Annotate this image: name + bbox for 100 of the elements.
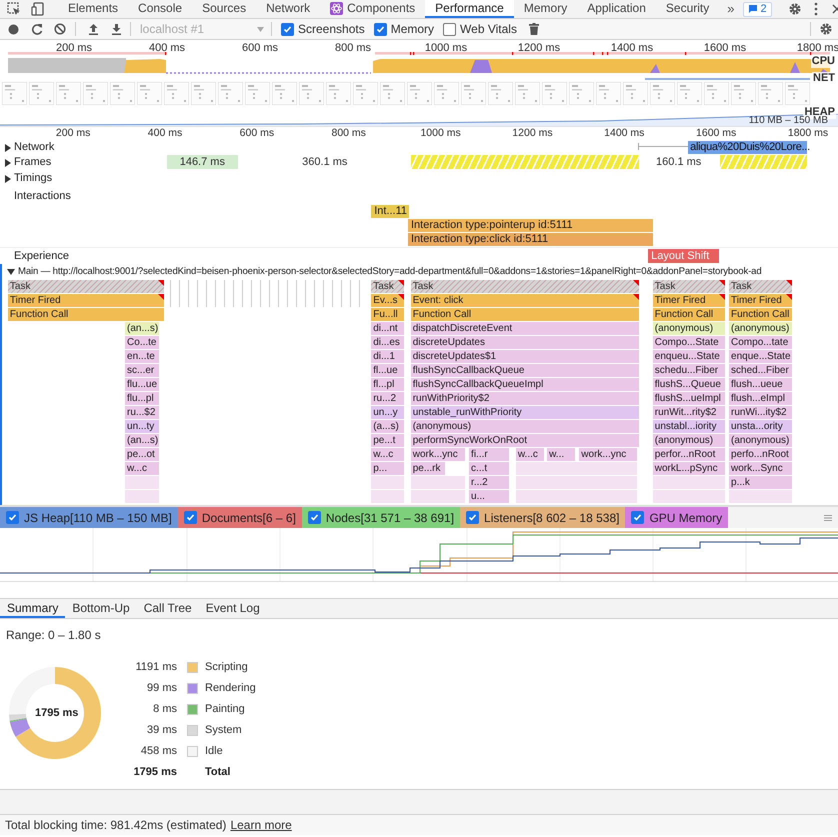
checkbox[interactable] bbox=[281, 22, 294, 36]
flame-block[interactable]: di...1 bbox=[371, 350, 404, 363]
flame-block[interactable]: pe...rk bbox=[410, 462, 446, 475]
flame-block[interactable]: p... bbox=[371, 462, 404, 475]
delete-icon[interactable] bbox=[528, 23, 539, 35]
flame-block[interactable]: perfo...nRoot bbox=[729, 448, 792, 461]
checkbox[interactable] bbox=[308, 511, 321, 524]
flame-block[interactable]: flu...pl bbox=[125, 392, 159, 405]
flame-block[interactable]: flush...ueue bbox=[729, 378, 792, 391]
flame-block[interactable]: en...te bbox=[125, 350, 159, 363]
flame-block[interactable]: unstabl...iority bbox=[652, 420, 725, 433]
flame-block[interactable]: Co...te bbox=[125, 336, 159, 349]
memory-counter-toggle[interactable]: Listeners[8 602 – 18 538] bbox=[460, 507, 626, 528]
flame-block[interactable]: runWi...ity$2 bbox=[729, 406, 792, 419]
flame-block[interactable]: (a...s) bbox=[371, 420, 404, 433]
flame-block[interactable]: w...c bbox=[125, 462, 159, 475]
checkbox[interactable] bbox=[631, 511, 644, 524]
flame-block[interactable]: Compo...tate bbox=[729, 336, 792, 349]
interaction-bar[interactable]: Interaction type:pointerup id:5111 bbox=[408, 219, 654, 232]
flame-block[interactable]: (an...s) bbox=[125, 434, 159, 447]
flame-block[interactable]: Timer Fired bbox=[729, 294, 792, 307]
flame-block[interactable]: flushSyncCallbackQueue bbox=[410, 364, 639, 377]
issues-badge[interactable]: 2 bbox=[742, 2, 772, 16]
record-icon[interactable] bbox=[8, 24, 19, 34]
flame-block[interactable]: Function Call bbox=[652, 308, 725, 321]
details-tab[interactable]: Call Tree bbox=[136, 599, 199, 618]
flame-block[interactable]: un...y bbox=[371, 406, 404, 419]
flame-block[interactable]: work...ync bbox=[410, 448, 465, 461]
flame-block[interactable]: schedu...Fiber bbox=[652, 364, 725, 377]
more-options-icon[interactable] bbox=[814, 2, 818, 16]
flame-block[interactable]: p...k bbox=[729, 476, 792, 489]
flame-block[interactable]: Function Call bbox=[410, 308, 639, 321]
inspect-icon[interactable] bbox=[7, 2, 21, 16]
flame-block[interactable]: ru...2 bbox=[371, 392, 404, 405]
device-icon[interactable] bbox=[31, 2, 45, 16]
learn-more-link[interactable]: Learn more bbox=[230, 816, 292, 834]
flame-block[interactable]: flu...ue bbox=[125, 378, 159, 391]
flame-block[interactable]: di...es bbox=[371, 336, 404, 349]
flame-block[interactable]: w...c bbox=[516, 448, 544, 461]
interaction-bar[interactable]: Int...11 bbox=[371, 205, 409, 218]
interaction-bar[interactable]: Interaction type:click id:5111 bbox=[408, 233, 654, 246]
flame-block[interactable]: Task bbox=[8, 280, 164, 293]
memory-counter-toggle[interactable]: JS Heap[110 MB – 150 MB] bbox=[0, 507, 178, 528]
settings-icon[interactable] bbox=[819, 22, 833, 36]
memory-counter-toggle[interactable]: Nodes[31 571 – 38 691] bbox=[302, 507, 460, 528]
checkbox[interactable] bbox=[466, 511, 480, 524]
panel-tab[interactable]: Components bbox=[320, 0, 426, 18]
flame-block[interactable]: Task bbox=[652, 280, 725, 293]
flame-block[interactable]: flushS...ueImpl bbox=[652, 392, 725, 405]
flame-block[interactable]: pe...ot bbox=[125, 448, 159, 461]
flame-block[interactable]: flush...eImpl bbox=[729, 392, 792, 405]
flame-block[interactable]: flushS...Queue bbox=[652, 378, 725, 391]
checkbox[interactable] bbox=[6, 511, 19, 524]
flame-block[interactable]: Task bbox=[371, 280, 404, 293]
flame-block[interactable]: di...nt bbox=[371, 322, 404, 335]
flame-block[interactable]: Ev...s bbox=[371, 294, 404, 307]
flame-block[interactable]: (anonymous) bbox=[729, 322, 792, 335]
flame-block[interactable]: fi...r bbox=[469, 448, 510, 461]
flame-block[interactable]: Event: click bbox=[410, 294, 639, 307]
flame-block[interactable]: dispatchDiscreteEvent bbox=[410, 322, 639, 335]
flame-block[interactable]: (anonymous) bbox=[410, 420, 639, 433]
panel-tab[interactable]: Network bbox=[256, 0, 320, 18]
panel-tab[interactable]: Memory bbox=[514, 0, 578, 18]
details-tab[interactable]: Bottom-Up bbox=[65, 599, 137, 618]
frame-bar[interactable]: 146.7 ms bbox=[166, 155, 239, 169]
settings-icon[interactable] bbox=[788, 2, 802, 16]
memory-counter-toggle[interactable]: GPU Memory bbox=[625, 507, 728, 528]
flame-block[interactable]: Fu...ll bbox=[371, 308, 404, 321]
flame-block[interactable]: workL...pSync bbox=[652, 462, 725, 475]
drag-handle-icon[interactable] bbox=[824, 514, 832, 520]
expand-triangle-icon[interactable] bbox=[5, 144, 11, 152]
flame-block[interactable]: un...ty bbox=[125, 420, 159, 433]
upload-icon[interactable] bbox=[88, 23, 99, 35]
flame-block[interactable]: w...c bbox=[371, 448, 404, 461]
flame-block[interactable]: unstable_runWithPriority bbox=[410, 406, 639, 419]
flame-block[interactable]: fl...ue bbox=[371, 364, 404, 377]
panel-tab[interactable]: Sources bbox=[192, 0, 256, 18]
message-icon[interactable] bbox=[748, 4, 758, 14]
clear-icon[interactable] bbox=[54, 23, 66, 35]
panel-tab[interactable]: Performance bbox=[425, 0, 514, 18]
flame-block[interactable]: (an...s) bbox=[125, 322, 159, 335]
flame-block[interactable]: Compo...State bbox=[652, 336, 725, 349]
flame-block[interactable]: (anonymous) bbox=[652, 322, 725, 335]
flame-block[interactable]: work...Sync bbox=[729, 462, 792, 475]
panel-tab[interactable]: Elements bbox=[58, 0, 128, 18]
flame-block[interactable]: discreteUpdates$1 bbox=[410, 350, 639, 363]
atom-icon[interactable] bbox=[330, 2, 344, 14]
flame-block[interactable]: discreteUpdates bbox=[410, 336, 639, 349]
checkbox[interactable] bbox=[184, 511, 197, 524]
expand-triangle-icon[interactable] bbox=[5, 158, 11, 166]
flame-block[interactable]: u... bbox=[469, 490, 510, 503]
flame-block[interactable]: (anonymous) bbox=[729, 434, 792, 447]
details-tab[interactable]: Summary bbox=[0, 599, 66, 618]
flame-block[interactable]: sched...Fiber bbox=[729, 364, 792, 377]
flame-block[interactable]: enqueu...State bbox=[652, 350, 725, 363]
flame-block[interactable]: unsta...ority bbox=[729, 420, 792, 433]
flame-block[interactable]: sc...er bbox=[125, 364, 159, 377]
reload-icon[interactable] bbox=[31, 23, 43, 35]
flame-block[interactable]: fl...pl bbox=[371, 378, 404, 391]
expand-triangle-icon[interactable] bbox=[5, 174, 11, 182]
